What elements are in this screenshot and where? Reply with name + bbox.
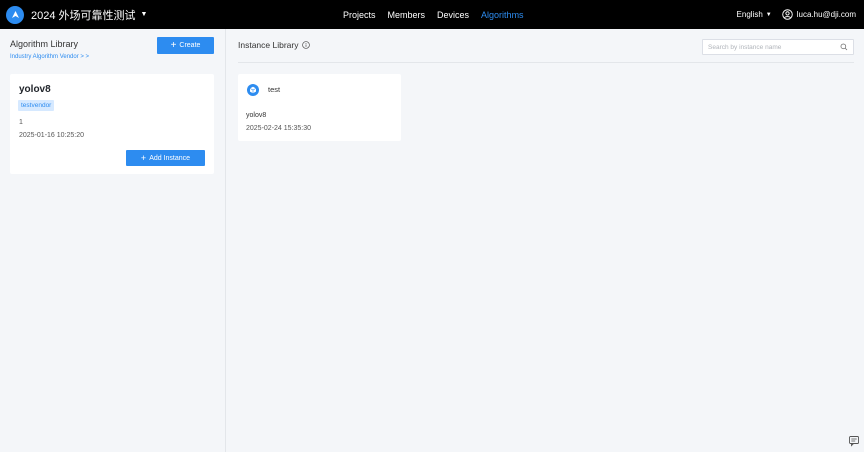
industry-vendor-link[interactable]: Industry Algorithm Vendor > > xyxy=(10,54,89,60)
create-label: Create xyxy=(179,42,201,49)
instance-library-title: Instance Library xyxy=(238,40,299,50)
algorithm-library-title: Algorithm Library xyxy=(10,39,79,49)
create-button[interactable]: + Create xyxy=(157,37,214,54)
algorithm-library-panel: Algorithm Library Industry Algorithm Ven… xyxy=(0,29,226,452)
search-icon[interactable] xyxy=(840,43,848,51)
add-instance-label: Add Instance xyxy=(149,154,191,162)
instance-search-box[interactable] xyxy=(702,39,854,55)
nav-projects[interactable]: Projects xyxy=(343,10,376,20)
instance-date: 2025-02-24 15:35:30 xyxy=(246,125,311,132)
add-instance-button[interactable]: + Add Instance xyxy=(126,150,205,166)
plus-icon: + xyxy=(140,152,147,163)
algorithm-date: 2025-01-16 10:25:20 xyxy=(19,132,84,139)
vendor-badge: testvendor xyxy=(18,100,55,111)
feedback-icon[interactable] xyxy=(848,435,860,447)
algorithm-name: yolov8 xyxy=(19,84,51,95)
header-actions: English ▼ luca.hu@dji.com xyxy=(737,0,856,29)
language-selector[interactable]: English ▼ xyxy=(737,10,772,19)
cube-icon xyxy=(247,84,259,96)
user-menu[interactable]: luca.hu@dji.com xyxy=(782,9,856,20)
algorithm-card[interactable]: yolov8 testvendor 1 2025-01-16 10:25:20 … xyxy=(10,74,214,174)
main-nav: Projects Members Devices Algorithms xyxy=(343,0,536,29)
nav-devices[interactable]: Devices xyxy=(437,10,469,20)
nav-members[interactable]: Members xyxy=(388,10,426,20)
plus-icon: + xyxy=(170,39,177,51)
user-avatar-icon xyxy=(782,9,793,20)
caret-down-icon: ▼ xyxy=(765,11,772,18)
user-email: luca.hu@dji.com xyxy=(796,10,856,19)
instance-library-header: Instance Library xyxy=(238,40,311,50)
instance-card[interactable]: test yolov8 2025-02-24 15:35:30 xyxy=(238,74,401,141)
project-selector[interactable]: 2024 外场可靠性测试 ▼ xyxy=(6,0,147,29)
language-label: English xyxy=(736,10,763,19)
instance-search-input[interactable] xyxy=(708,43,840,51)
drone-logo-icon xyxy=(6,5,24,24)
top-bar: 2024 外场可靠性测试 ▼ Projects Members Devices … xyxy=(0,0,864,29)
instance-algorithm: yolov8 xyxy=(246,112,267,119)
instance-name: test xyxy=(268,85,281,94)
instance-library-panel: Instance Library test yolov8 2025-02-24 … xyxy=(227,29,864,452)
header-divider xyxy=(238,62,854,63)
algorithm-count: 1 xyxy=(19,119,23,126)
project-title[interactable]: 2024 外场可靠性测试 xyxy=(31,7,136,23)
nav-algorithms[interactable]: Algorithms xyxy=(481,10,524,20)
info-circle-icon[interactable] xyxy=(302,41,311,49)
caret-down-icon[interactable]: ▼ xyxy=(141,11,148,18)
